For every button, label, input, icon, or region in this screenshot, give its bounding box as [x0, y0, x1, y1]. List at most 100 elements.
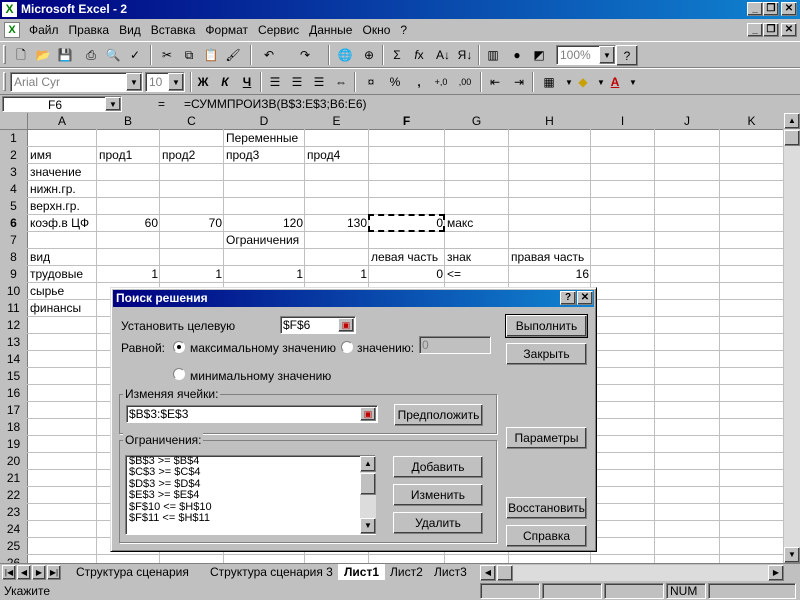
row-header-26[interactable]: 26: [0, 555, 28, 563]
active-cell[interactable]: [368, 214, 445, 232]
cell-d1[interactable]: Переменные: [224, 130, 305, 147]
row-header-8[interactable]: 8: [0, 249, 28, 266]
help-button[interactable]: Справка: [506, 525, 587, 547]
next-sheet-icon[interactable]: ▶: [32, 565, 46, 580]
scroll-up-icon[interactable]: ▲: [360, 456, 376, 472]
menu-format[interactable]: Формат: [200, 23, 253, 37]
paste-icon[interactable]: 📋: [200, 45, 222, 66]
cell-b9[interactable]: 1: [97, 266, 160, 283]
prev-sheet-icon[interactable]: ◀: [17, 565, 31, 580]
cell-a6[interactable]: коэф.в ЦФ: [28, 215, 97, 232]
dialog-title-bar[interactable]: Поиск решения ? ✕: [113, 290, 594, 307]
scroll-right-icon[interactable]: ▶: [768, 565, 784, 581]
cell-f9[interactable]: 0: [369, 266, 445, 283]
cell-d6[interactable]: 120: [224, 215, 305, 232]
radio-value[interactable]: [341, 341, 353, 353]
column-header-e[interactable]: E: [305, 113, 369, 130]
menu-window[interactable]: Окно: [357, 23, 395, 37]
function-icon[interactable]: fx: [408, 45, 430, 66]
scroll-up-icon[interactable]: ▲: [784, 113, 800, 129]
underline-button[interactable]: Ч: [236, 72, 258, 93]
solve-button[interactable]: Выполнить: [505, 314, 588, 338]
toolbar-grip[interactable]: [3, 72, 6, 91]
font-size-combo[interactable]: 10 ▼: [145, 72, 185, 92]
target-cell-field[interactable]: $F$6 ▣: [280, 316, 356, 334]
guess-button[interactable]: Предположить: [394, 404, 483, 426]
options-button[interactable]: Параметры: [506, 427, 587, 449]
column-header-d[interactable]: D: [224, 113, 305, 130]
cell-a10[interactable]: сырье: [28, 283, 97, 300]
tab-sheet2[interactable]: Лист2: [384, 564, 429, 580]
row-header-13[interactable]: 13: [0, 334, 28, 351]
cell-c9[interactable]: 1: [160, 266, 224, 283]
formula-equals[interactable]: =: [158, 97, 165, 111]
new-icon[interactable]: 🗋: [10, 45, 32, 66]
column-header-c[interactable]: C: [160, 113, 224, 130]
reset-all-button[interactable]: Восстановить: [506, 497, 587, 519]
select-all-corner[interactable]: [0, 113, 28, 130]
excel-icon[interactable]: X: [2, 2, 17, 17]
cell-d9[interactable]: 1: [224, 266, 305, 283]
column-header-k[interactable]: K: [720, 113, 784, 130]
cell-e9[interactable]: 1: [305, 266, 369, 283]
chevron-down-icon[interactable]: ▼: [105, 97, 121, 111]
copy-icon[interactable]: ⧉: [178, 45, 200, 66]
row-header-19[interactable]: 19: [0, 436, 28, 453]
chevron-down-icon[interactable]: ▼: [622, 72, 644, 93]
row-header-25[interactable]: 25: [0, 538, 28, 555]
column-header-g[interactable]: G: [445, 113, 509, 130]
cell-a9[interactable]: трудовые: [28, 266, 97, 283]
column-header-i[interactable]: I: [591, 113, 655, 130]
cell-g6[interactable]: макс: [445, 215, 509, 232]
minimize-button[interactable]: _: [747, 2, 763, 16]
row-header-24[interactable]: 24: [0, 521, 28, 538]
row-header-6[interactable]: 6: [0, 215, 28, 232]
workbook-icon[interactable]: X: [4, 22, 20, 38]
cell-a8[interactable]: вид: [28, 249, 97, 266]
map-icon[interactable]: ●: [506, 45, 528, 66]
row-header-4[interactable]: 4: [0, 181, 28, 198]
bold-button[interactable]: Ж: [192, 72, 214, 93]
font-name-combo[interactable]: Arial Cyr ▼: [10, 72, 143, 92]
cell-b6[interactable]: 60: [97, 215, 160, 232]
borders-icon[interactable]: ▦: [538, 72, 560, 93]
constraints-listbox[interactable]: $B$3 >= $B$4 $C$3 >= $C$4 $D$3 >= $D$4 $E$3…: [125, 455, 376, 535]
menu-edit[interactable]: Правка: [64, 23, 115, 37]
column-header-f[interactable]: F: [369, 113, 445, 130]
collapse-dialog-icon[interactable]: ▣: [360, 407, 376, 421]
menu-data[interactable]: Данные: [304, 23, 357, 37]
row-header-17[interactable]: 17: [0, 402, 28, 419]
cell-a11[interactable]: финансы: [28, 300, 97, 317]
row-header-12[interactable]: 12: [0, 317, 28, 334]
cell-e2[interactable]: прод4: [305, 147, 369, 164]
italic-button[interactable]: К: [214, 72, 236, 93]
cell-d7[interactable]: Ограничения: [224, 232, 305, 249]
web-toolbar-icon[interactable]: ⊕: [358, 45, 380, 66]
close-button[interactable]: ✕: [781, 2, 797, 16]
hyperlink-icon[interactable]: 🌐: [334, 45, 356, 66]
scroll-left-icon[interactable]: ◀: [480, 565, 496, 581]
radio-max-label[interactable]: максимальному значению: [190, 341, 336, 355]
cell-a2[interactable]: имя: [28, 147, 97, 164]
radio-min-label[interactable]: минимальному значению: [190, 369, 331, 383]
constraints-scrollbar[interactable]: ▲ ▼: [360, 456, 376, 534]
comma-button[interactable]: ,: [408, 72, 430, 93]
chevron-down-icon[interactable]: ▼: [168, 73, 184, 91]
cell-e6[interactable]: 130: [305, 215, 369, 232]
tab-sheet1[interactable]: Лист1: [338, 564, 386, 580]
autosum-icon[interactable]: Σ: [386, 45, 408, 66]
decrease-decimal-button[interactable]: ,00: [454, 72, 476, 93]
value-field[interactable]: 0: [419, 336, 491, 354]
cut-icon[interactable]: ✂: [156, 45, 178, 66]
spelling-icon[interactable]: ✓: [124, 45, 146, 66]
save-icon[interactable]: 💾: [54, 45, 76, 66]
tab-sheet3[interactable]: Лист3: [428, 564, 473, 580]
cell-g8[interactable]: знак: [445, 249, 509, 266]
row-header-11[interactable]: 11: [0, 300, 28, 317]
menu-file[interactable]: Файл: [24, 23, 64, 37]
column-header-a[interactable]: A: [28, 113, 97, 130]
row-header-16[interactable]: 16: [0, 385, 28, 402]
row-header-21[interactable]: 21: [0, 470, 28, 487]
toolbar-grip[interactable]: [3, 45, 6, 64]
formula-input[interactable]: =СУММПРОИЗВ(B$3:E$3;B6:E6): [184, 97, 367, 111]
